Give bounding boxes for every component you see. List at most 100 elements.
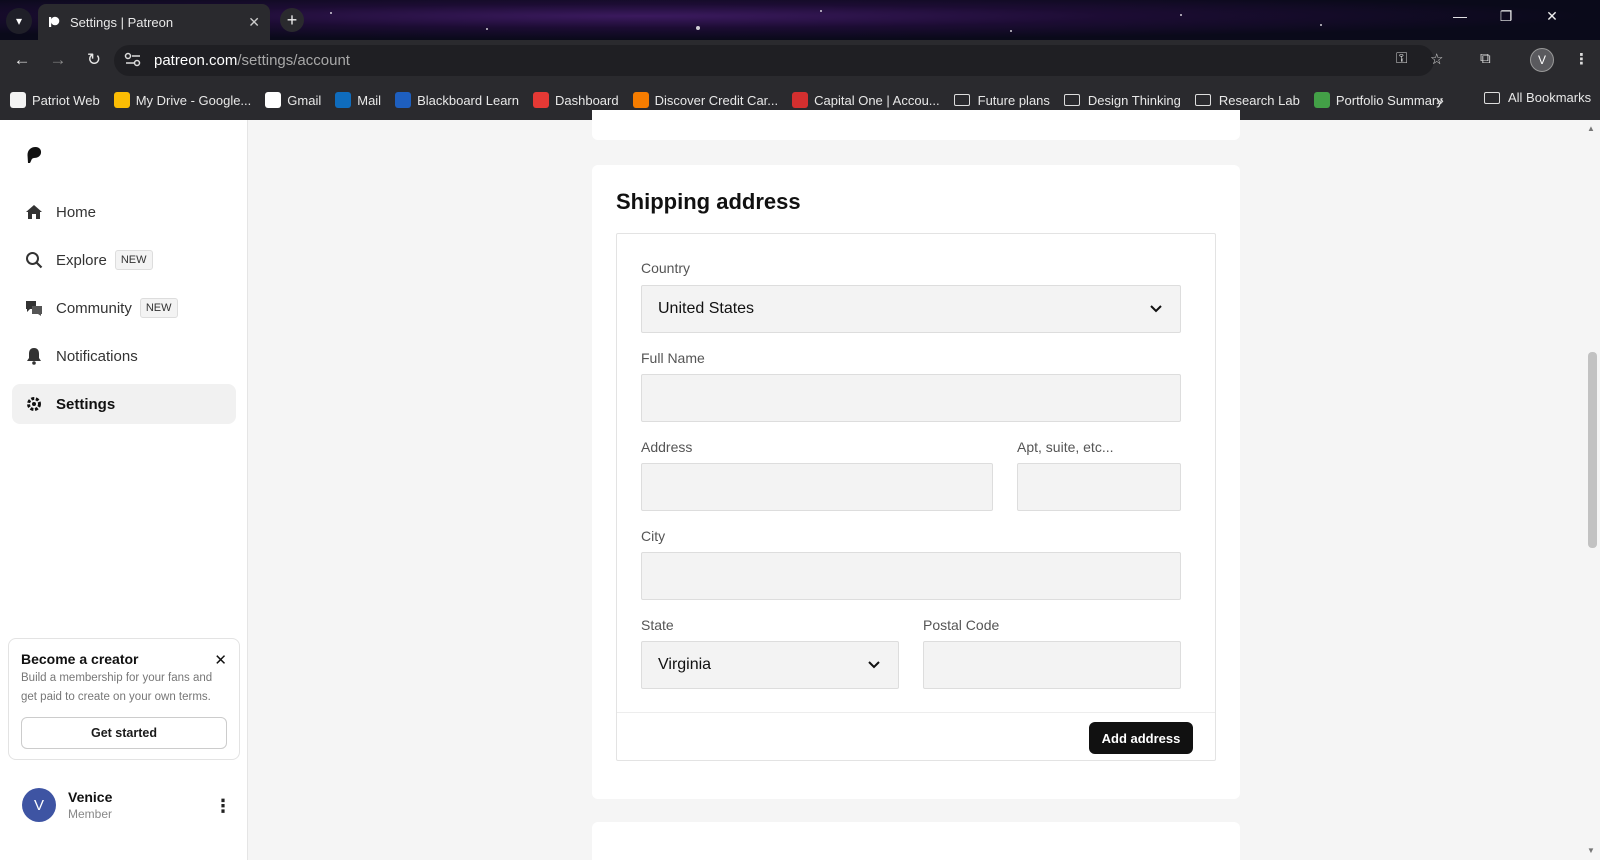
bookmark-item[interactable]: Mail: [335, 92, 381, 108]
sidebar-item-label: Settings: [56, 395, 116, 413]
dashboard-icon: [532, 92, 549, 108]
bookmark-star-icon[interactable]: ☆: [1430, 50, 1443, 68]
all-bookmarks-label: All Bookmarks: [1508, 90, 1592, 105]
bookmark-label: Patriot Web: [32, 92, 100, 108]
restore-icon[interactable]: ❐: [1486, 8, 1526, 25]
page-scrollbar[interactable]: ▲ ▼: [1584, 120, 1600, 860]
patriot-web-icon: [10, 92, 26, 108]
chevron-down-icon: [1150, 302, 1162, 316]
sidebar-item-label: Notifications: [56, 347, 138, 365]
scroll-down-icon[interactable]: ▼: [1587, 846, 1595, 855]
google-drive-icon: [113, 92, 130, 108]
sidebar-item-community[interactable]: Community NEW: [12, 288, 236, 328]
bell-icon: [24, 346, 44, 366]
creator-card-title: Become a creator: [21, 651, 139, 667]
site-settings-icon[interactable]: [124, 52, 142, 68]
folder-icon: [1484, 91, 1500, 104]
bookmark-item[interactable]: My Drive - Google...: [113, 92, 251, 108]
tab-settings-patreon[interactable]: Settings | Patreon ✕: [38, 4, 270, 40]
forward-arrow-icon[interactable]: →: [46, 50, 70, 70]
postal-code-label: Postal Code: [923, 617, 1000, 633]
creator-card-text: Build a membership for your fans and get…: [21, 672, 213, 703]
country-select[interactable]: United States: [641, 285, 1181, 333]
folder-icon: [953, 94, 970, 106]
address-field[interactable]: [641, 463, 993, 511]
star-decoration: [820, 10, 822, 12]
bookmark-label: Research Lab: [1218, 92, 1300, 108]
bookmark-item[interactable]: Discover Credit Car...: [632, 92, 779, 108]
bookmark-item[interactable]: Research Lab: [1194, 92, 1300, 108]
password-key-icon[interactable]: ⚿: [1396, 50, 1407, 67]
url-path: /settings/account: [237, 52, 350, 69]
address-bar[interactable]: patreon.com/settings/account: [114, 45, 1434, 76]
sidebar-item-notifications[interactable]: Notifications: [12, 336, 236, 376]
tab-search-button[interactable]: ▾: [6, 8, 32, 34]
scrollbar-thumb[interactable]: [1588, 352, 1597, 548]
postal-code-field[interactable]: [923, 641, 1181, 689]
bookmark-item[interactable]: Portfolio Summary: [1313, 92, 1443, 108]
bookmark-item[interactable]: Gmail: [265, 92, 321, 108]
city-field[interactable]: [641, 552, 1181, 600]
bookmark-item[interactable]: Capital One | Accou...: [792, 92, 940, 108]
bookmark-label: Discover Credit Car...: [654, 92, 779, 108]
country-label: Country: [641, 260, 691, 276]
browser-tab-strip: ▾ Settings | Patreon ✕ + — ❐ ✕: [0, 0, 1600, 40]
bookmark-item[interactable]: Blackboard Learn: [395, 92, 519, 108]
section-title: Shipping address: [616, 189, 801, 214]
sidebar-item-explore[interactable]: Explore NEW: [12, 240, 236, 280]
all-bookmarks-button[interactable]: All Bookmarks: [1484, 90, 1591, 105]
apt-field[interactable]: [1017, 463, 1181, 511]
bookmark-item[interactable]: Dashboard: [532, 92, 619, 108]
state-label: State: [641, 617, 674, 633]
extensions-icon[interactable]: ⧉: [1480, 50, 1491, 67]
browser-toolbar: ← → ↻ patreon.com/settings/account ⚿ ☆ ⧉…: [0, 40, 1600, 80]
bookmark-label: Blackboard Learn: [417, 92, 519, 108]
folder-icon: [1063, 94, 1080, 106]
previous-section-card: [592, 110, 1240, 140]
profile-avatar[interactable]: V: [1530, 48, 1554, 72]
full-name-field[interactable]: [641, 374, 1181, 422]
sidebar-item-settings[interactable]: Settings: [12, 384, 236, 424]
url-domain: patreon.com: [154, 52, 238, 69]
add-address-button[interactable]: Add address: [1089, 722, 1193, 754]
bookmark-label: Portfolio Summary: [1335, 92, 1443, 108]
user-info: Venice Member: [68, 789, 112, 821]
google-icon: [265, 92, 282, 108]
back-arrow-icon[interactable]: ←: [10, 50, 34, 70]
chat-icon: [24, 298, 44, 318]
apt-label: Apt, suite, etc...: [1017, 439, 1114, 455]
sidebar-item-home[interactable]: Home: [12, 192, 236, 232]
close-tab-icon[interactable]: ✕: [248, 14, 260, 31]
bookmark-item[interactable]: Future plans: [953, 93, 1050, 108]
user-menu[interactable]: V Venice Member ⋮: [22, 788, 232, 822]
avatar[interactable]: V: [22, 788, 56, 822]
close-window-icon[interactable]: ✕: [1532, 8, 1572, 25]
sidebar-item-label: Home: [56, 203, 97, 221]
blackboard-icon: [395, 92, 412, 108]
state-select[interactable]: Virginia: [641, 641, 899, 689]
reload-icon[interactable]: ↻: [82, 50, 106, 70]
new-badge: NEW: [114, 250, 153, 270]
get-started-button[interactable]: Get started: [21, 717, 227, 749]
bookmarks-overflow-icon[interactable]: »: [1436, 92, 1444, 108]
browser-menu-icon[interactable]: ⋮: [1574, 50, 1589, 68]
bookmark-item[interactable]: Design Thinking: [1063, 92, 1181, 108]
minimize-icon[interactable]: —: [1440, 8, 1480, 24]
bookmark-item[interactable]: Patriot Web: [10, 92, 100, 108]
star-decoration: [330, 12, 332, 14]
bookmark-label: Capital One | Accou...: [814, 92, 940, 108]
portfolio-icon: [1313, 92, 1330, 108]
more-options-icon[interactable]: ⋮: [214, 796, 232, 817]
home-icon: [24, 202, 44, 222]
discover-icon: [632, 92, 649, 108]
scroll-up-icon[interactable]: ▲: [1587, 124, 1595, 133]
full-name-label: Full Name: [641, 350, 705, 366]
new-tab-button[interactable]: +: [280, 8, 304, 32]
patreon-page: Home Explore NEW Community NEW Notificat…: [0, 110, 1600, 860]
close-icon[interactable]: ✕: [214, 651, 227, 669]
patreon-logo-icon[interactable]: [26, 146, 42, 164]
bookmark-label: Design Thinking: [1087, 92, 1181, 108]
search-icon: [24, 250, 44, 270]
bookmark-label: Mail: [357, 92, 382, 108]
bookmark-label: Dashboard: [554, 92, 619, 108]
